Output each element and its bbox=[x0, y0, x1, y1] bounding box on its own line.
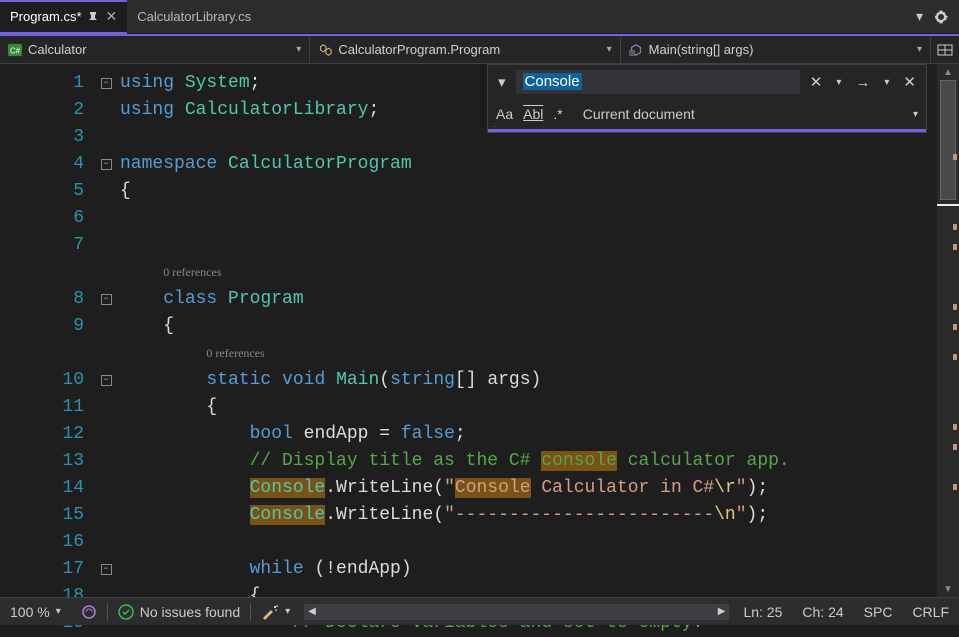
intellicode-icon[interactable] bbox=[71, 604, 107, 620]
indent-mode[interactable]: SPC bbox=[854, 604, 903, 620]
find-underline bbox=[488, 129, 926, 132]
chevron-down-icon[interactable]: ▾ bbox=[913, 109, 918, 120]
nav-project[interactable]: C# Calculator ▾ bbox=[0, 36, 310, 63]
tab-inactive[interactable]: CalculatorLibrary.cs bbox=[127, 0, 261, 34]
find-value: Console bbox=[523, 73, 582, 90]
nav-label: CalculatorProgram.Program bbox=[338, 42, 500, 57]
close-icon[interactable]: ✕ bbox=[106, 8, 118, 25]
method-icon bbox=[629, 43, 643, 57]
match-case-icon[interactable]: Aa bbox=[496, 106, 513, 122]
chevron-down-icon: ▾ bbox=[917, 44, 922, 55]
svg-text:C#: C# bbox=[10, 46, 21, 55]
chevron-down-icon: ▾ bbox=[607, 44, 612, 55]
code-editor[interactable]: 1234567 89 10111213141516171819 −−−−− us… bbox=[0, 64, 959, 597]
cursor-line[interactable]: Ln: 25 bbox=[733, 604, 792, 620]
nav-label: Calculator bbox=[28, 42, 87, 57]
chevron-down-icon[interactable]: ▾ bbox=[880, 77, 893, 88]
find-mark bbox=[953, 224, 957, 230]
chevron-down-icon[interactable]: ▾ bbox=[832, 77, 845, 88]
find-mark bbox=[953, 444, 957, 450]
nav-member[interactable]: Main(string[] args) ▾ bbox=[621, 36, 931, 63]
scroll-right-icon[interactable]: ▶ bbox=[718, 606, 726, 617]
find-mark bbox=[953, 324, 957, 330]
check-icon bbox=[118, 604, 134, 620]
tab-active[interactable]: Program.cs* ✕ bbox=[0, 0, 127, 34]
caret-indicator bbox=[937, 204, 959, 206]
tab-label: Program.cs* bbox=[10, 9, 82, 24]
csharp-icon: C# bbox=[8, 43, 22, 57]
find-next-icon[interactable]: → bbox=[851, 74, 874, 91]
find-scope[interactable]: Current document bbox=[583, 106, 903, 122]
chevron-down-icon[interactable]: ▾ bbox=[916, 8, 923, 25]
find-mark bbox=[953, 484, 957, 490]
chevron-down-icon: ▾ bbox=[56, 606, 61, 617]
split-editor-icon[interactable] bbox=[931, 42, 959, 58]
find-input[interactable]: Console bbox=[516, 70, 800, 94]
chevron-down-icon: ▾ bbox=[296, 44, 301, 55]
find-mark bbox=[953, 424, 957, 430]
tab-label: CalculatorLibrary.cs bbox=[137, 9, 251, 24]
screwdriver-icon[interactable]: ▾ bbox=[251, 604, 300, 620]
expand-find-icon[interactable]: ▾ bbox=[494, 73, 510, 91]
gear-icon[interactable] bbox=[933, 9, 949, 25]
chevron-down-icon: ▾ bbox=[285, 606, 290, 617]
scroll-up-icon[interactable]: ▲ bbox=[937, 64, 959, 80]
find-mark bbox=[953, 154, 957, 160]
close-panel-icon[interactable]: ✕ bbox=[899, 73, 920, 91]
match-word-icon[interactable]: Abl bbox=[523, 106, 543, 122]
scroll-left-icon[interactable]: ◀ bbox=[308, 606, 316, 617]
pin-icon[interactable] bbox=[88, 11, 100, 23]
code-area[interactable]: using System;using CalculatorLibrary; na… bbox=[120, 64, 937, 597]
line-ending[interactable]: CRLF bbox=[902, 604, 959, 620]
vertical-scrollbar[interactable]: ▲ ▼ bbox=[937, 64, 959, 597]
find-mark bbox=[953, 244, 957, 250]
tab-bar: Program.cs* ✕ CalculatorLibrary.cs ▾ bbox=[0, 0, 959, 34]
status-bar: 100 % ▾ No issues found ▾ ◀ ▶ Ln: 25 Ch:… bbox=[0, 597, 959, 625]
close-icon[interactable]: ✕ bbox=[806, 73, 827, 91]
nav-class[interactable]: CalculatorProgram.Program ▾ bbox=[310, 36, 620, 63]
cursor-char[interactable]: Ch: 24 bbox=[792, 604, 853, 620]
regex-icon[interactable]: .* bbox=[553, 106, 562, 122]
find-mark bbox=[953, 354, 957, 360]
class-icon bbox=[318, 43, 332, 57]
nav-label: Main(string[] args) bbox=[649, 42, 754, 57]
scroll-down-icon[interactable]: ▼ bbox=[937, 581, 959, 597]
fold-column[interactable]: −−−−− bbox=[92, 64, 120, 597]
horizontal-scrollbar[interactable]: ◀ ▶ bbox=[304, 604, 729, 620]
resize-handle-icon[interactable]: ⋰ bbox=[488, 125, 496, 134]
breadcrumb-bar: C# Calculator ▾ CalculatorProgram.Progra… bbox=[0, 34, 959, 64]
issues-status[interactable]: No issues found bbox=[108, 604, 250, 620]
scrollbar-thumb[interactable] bbox=[940, 80, 956, 200]
zoom-level[interactable]: 100 % ▾ bbox=[0, 604, 71, 620]
find-mark bbox=[953, 304, 957, 310]
line-numbers: 1234567 89 10111213141516171819 bbox=[0, 64, 92, 597]
find-panel: ▾ Console ✕ ▾ → ▾ ✕ Aa Abl .* Current do… bbox=[487, 64, 927, 133]
